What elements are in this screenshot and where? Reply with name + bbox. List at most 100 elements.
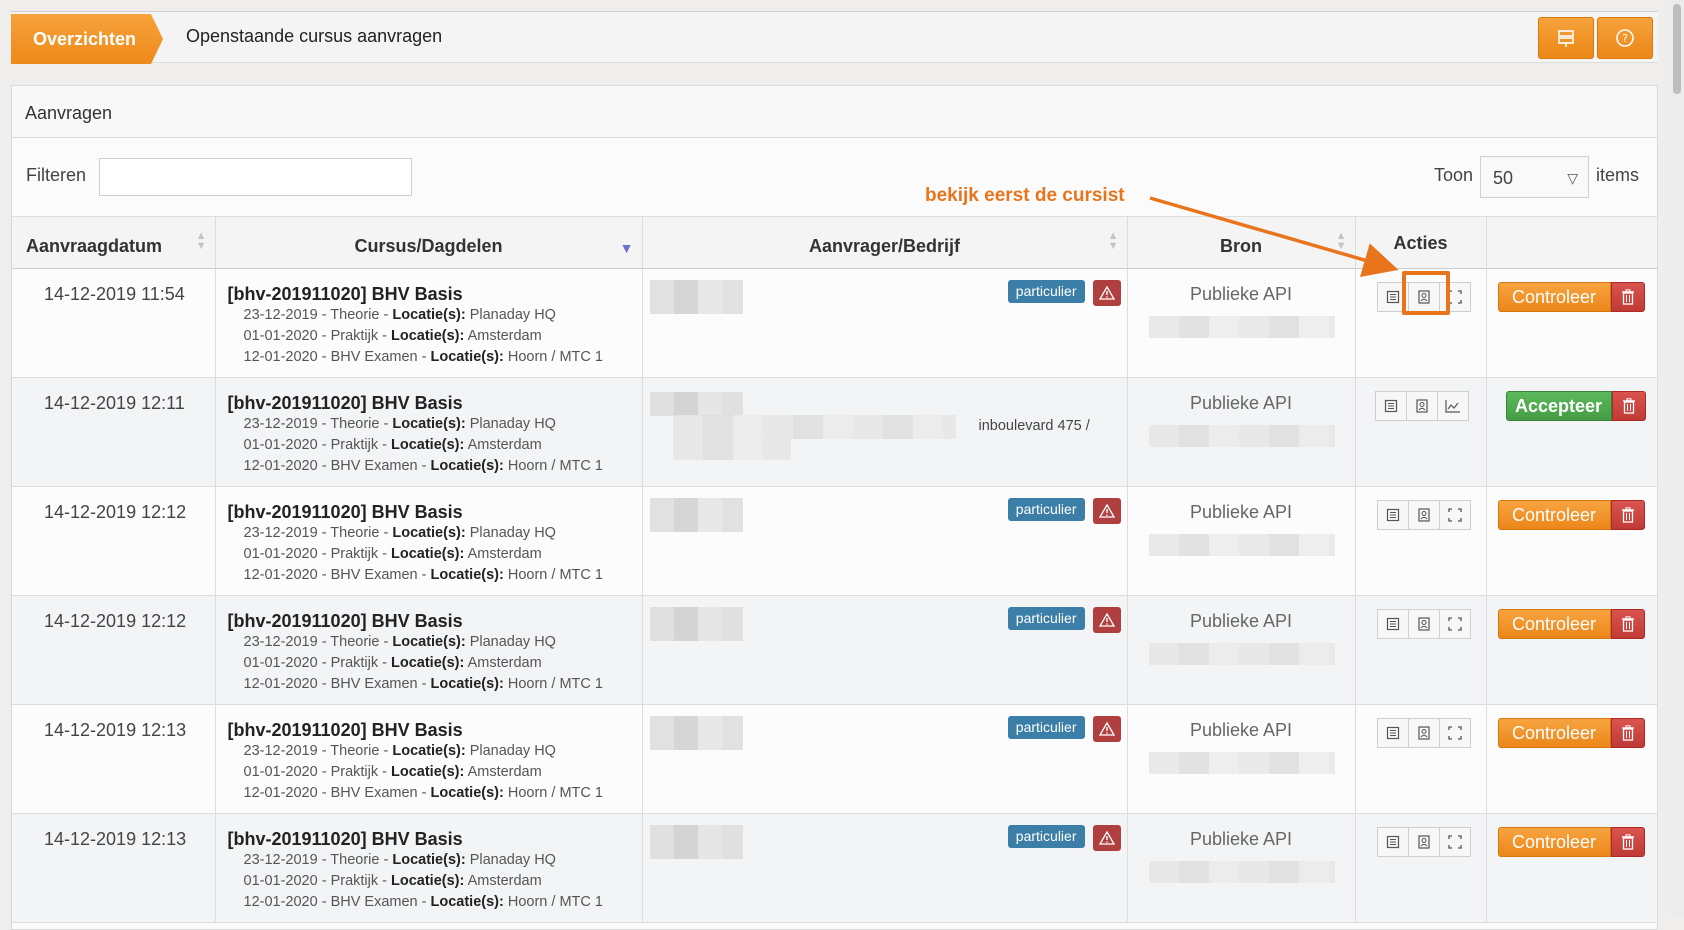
document-icon xyxy=(1386,617,1399,631)
check-button[interactable]: Controleer xyxy=(1497,827,1611,857)
check-button[interactable]: Controleer xyxy=(1497,500,1611,530)
items-label: items xyxy=(1596,165,1640,185)
check-button[interactable]: Controleer xyxy=(1497,718,1611,748)
session-line: 01-01-2020 - Praktijk - Locatie(s): Amst… xyxy=(243,873,542,889)
particulier-badge: particulier xyxy=(1007,498,1085,521)
fullscreen-button[interactable] xyxy=(1438,718,1471,748)
trash-icon xyxy=(1621,834,1634,850)
source-text: Publieke API xyxy=(1189,284,1293,304)
breadcrumb-overzichten[interactable]: Overzichten xyxy=(11,14,163,64)
delete-button[interactable] xyxy=(1610,718,1645,748)
view-document-button[interactable] xyxy=(1374,391,1407,421)
fullscreen-button[interactable] xyxy=(1438,827,1471,857)
course-title: [bhv-201911020] BHV Basis xyxy=(227,720,463,740)
requester-cell: particulier xyxy=(642,704,1128,814)
user-card-icon xyxy=(1417,617,1430,631)
particulier-badge: particulier xyxy=(1007,607,1085,630)
help-button[interactable]: ? xyxy=(1597,17,1653,59)
page-size-value: 50 xyxy=(1493,168,1514,188)
request-date: 14-12-2019 11:54 xyxy=(44,284,185,304)
session-line: 01-01-2020 - Praktijk - Locatie(s): Amst… xyxy=(243,764,542,780)
session-line: 01-01-2020 - Praktijk - Locatie(s): Amst… xyxy=(243,546,542,562)
fullscreen-button[interactable] xyxy=(1438,609,1471,639)
warning-button[interactable] xyxy=(1092,607,1121,633)
header-aanvraagdatum[interactable]: Aanvraagdatum ▲ ▼ xyxy=(12,216,216,269)
fullscreen-button[interactable] xyxy=(1438,500,1471,530)
sort-icon: ▲ ▼ xyxy=(1335,230,1347,252)
request-date: 14-12-2019 12:13 xyxy=(44,829,187,849)
help-icon: ? xyxy=(1616,29,1634,47)
sort-desc-icon: ▼ xyxy=(619,240,634,256)
annotation-text: bekijk eerst de cursist xyxy=(925,185,1125,206)
warning-button[interactable] xyxy=(1092,280,1121,306)
user-card-icon xyxy=(1417,835,1430,849)
particulier-badge: particulier xyxy=(1007,825,1085,848)
request-date: 14-12-2019 12:12 xyxy=(44,502,187,522)
source-text: Publieke API xyxy=(1189,502,1293,522)
warning-button[interactable] xyxy=(1092,825,1121,851)
check-button[interactable]: Controleer xyxy=(1497,282,1611,312)
document-icon xyxy=(1384,399,1397,413)
session-line: 23-12-2019 - Theorie - Locatie(s): Plana… xyxy=(243,525,556,541)
sort-icon: ▲ ▼ xyxy=(195,230,207,252)
view-student-button[interactable] xyxy=(1407,827,1440,857)
action-icons xyxy=(1356,814,1486,857)
delete-button[interactable] xyxy=(1610,609,1645,639)
page-size-select[interactable]: 50 ▽ xyxy=(1480,156,1589,198)
requester-cell: particulier xyxy=(642,486,1128,596)
action-icons xyxy=(1356,378,1486,421)
view-document-button[interactable] xyxy=(1376,718,1409,748)
delete-button[interactable] xyxy=(1610,827,1645,857)
header-bron[interactable]: Bron ▲ ▼ xyxy=(1127,216,1356,269)
view-document-button[interactable] xyxy=(1376,827,1409,857)
header-empty xyxy=(1486,216,1658,269)
table-row: 14-12-2019 12:11 [bhv-201911020] BHV Basi… xyxy=(12,377,1658,487)
scrollbar-thumb[interactable] xyxy=(1673,4,1681,94)
view-document-button[interactable] xyxy=(1376,609,1409,639)
request-date: 14-12-2019 12:12 xyxy=(44,611,187,631)
request-date: 14-12-2019 12:11 xyxy=(44,393,185,413)
top-bar: Overzichten Openstaande cursus aanvragen… xyxy=(11,11,1658,64)
signpost-button[interactable] xyxy=(1538,17,1594,59)
delete-button[interactable] xyxy=(1610,500,1645,530)
warning-button[interactable] xyxy=(1092,498,1121,524)
trash-icon xyxy=(1621,616,1634,632)
filter-label: Filteren xyxy=(26,165,87,185)
session-line: 23-12-2019 - Theorie - Locatie(s): Plana… xyxy=(243,416,556,432)
warning-icon xyxy=(1098,286,1115,300)
delete-button[interactable] xyxy=(1611,391,1646,421)
trash-icon xyxy=(1621,289,1634,305)
panel-title: Aanvragen xyxy=(12,86,1657,138)
view-document-button[interactable] xyxy=(1376,500,1409,530)
warning-icon xyxy=(1098,722,1115,736)
warning-icon xyxy=(1098,831,1115,845)
trash-icon xyxy=(1621,507,1634,523)
requests-table: Aanvraagdatum ▲ ▼ Cursus/Dagdelen ▼ Aanvrag… xyxy=(12,216,1658,923)
chart-button[interactable] xyxy=(1436,391,1469,421)
source-text: Publieke API xyxy=(1189,393,1293,413)
sort-icon: ▲ ▼ xyxy=(1107,230,1119,252)
warning-button[interactable] xyxy=(1092,716,1121,742)
fullscreen-icon xyxy=(1447,508,1462,522)
header-aanvrager[interactable]: Aanvrager/Bedrijf ▲ ▼ xyxy=(642,216,1128,269)
filter-input[interactable] xyxy=(99,158,412,196)
session-line: 01-01-2020 - Praktijk - Locatie(s): Amst… xyxy=(243,437,542,453)
session-line: 23-12-2019 - Theorie - Locatie(s): Plana… xyxy=(243,634,556,650)
delete-button[interactable] xyxy=(1610,282,1645,312)
check-button[interactable]: Controleer xyxy=(1497,609,1611,639)
accept-button[interactable]: Accepteer xyxy=(1505,391,1612,421)
session-line: 12-01-2020 - BHV Examen - Locatie(s): Ho… xyxy=(243,349,603,365)
view-student-button[interactable] xyxy=(1407,500,1440,530)
aanvragen-panel: Aanvragen Filteren Toon 50 ▽ items Aanvr… xyxy=(11,85,1658,930)
table-row: 14-12-2019 12:12 [bhv-201911020] BHV Basi… xyxy=(12,486,1658,596)
scrollbar[interactable] xyxy=(1670,0,1684,917)
view-student-button[interactable] xyxy=(1405,391,1438,421)
svg-text:?: ? xyxy=(1622,32,1628,45)
show-label: Toon xyxy=(1434,165,1474,185)
course-title: [bhv-201911020] BHV Basis xyxy=(227,284,463,304)
header-cursus[interactable]: Cursus/Dagdelen ▼ xyxy=(215,216,643,269)
filter-row: Filteren Toon 50 ▽ items xyxy=(12,138,1657,216)
view-student-button[interactable] xyxy=(1407,718,1440,748)
session-line: 01-01-2020 - Praktijk - Locatie(s): Amst… xyxy=(243,328,542,344)
view-student-button[interactable] xyxy=(1407,609,1440,639)
